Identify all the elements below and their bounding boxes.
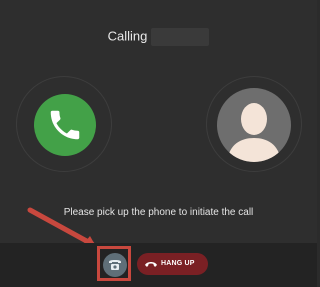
callee-name-redacted — [151, 28, 210, 46]
hang-up-label: HANG UP — [161, 260, 195, 267]
call-header: Calling — [0, 28, 317, 46]
phone-icon — [34, 94, 96, 156]
phone-glyph — [50, 110, 80, 140]
user-avatar-icon — [217, 88, 291, 162]
avatar-glyph — [227, 103, 281, 162]
calling-label: Calling — [107, 28, 148, 44]
call-screen: Calling Please pick up the phone to init… — [0, 0, 317, 287]
hang-up-button[interactable]: HANG UP — [137, 253, 208, 275]
annotation-highlight-box — [97, 246, 131, 281]
hang-up-icon — [145, 262, 157, 267]
